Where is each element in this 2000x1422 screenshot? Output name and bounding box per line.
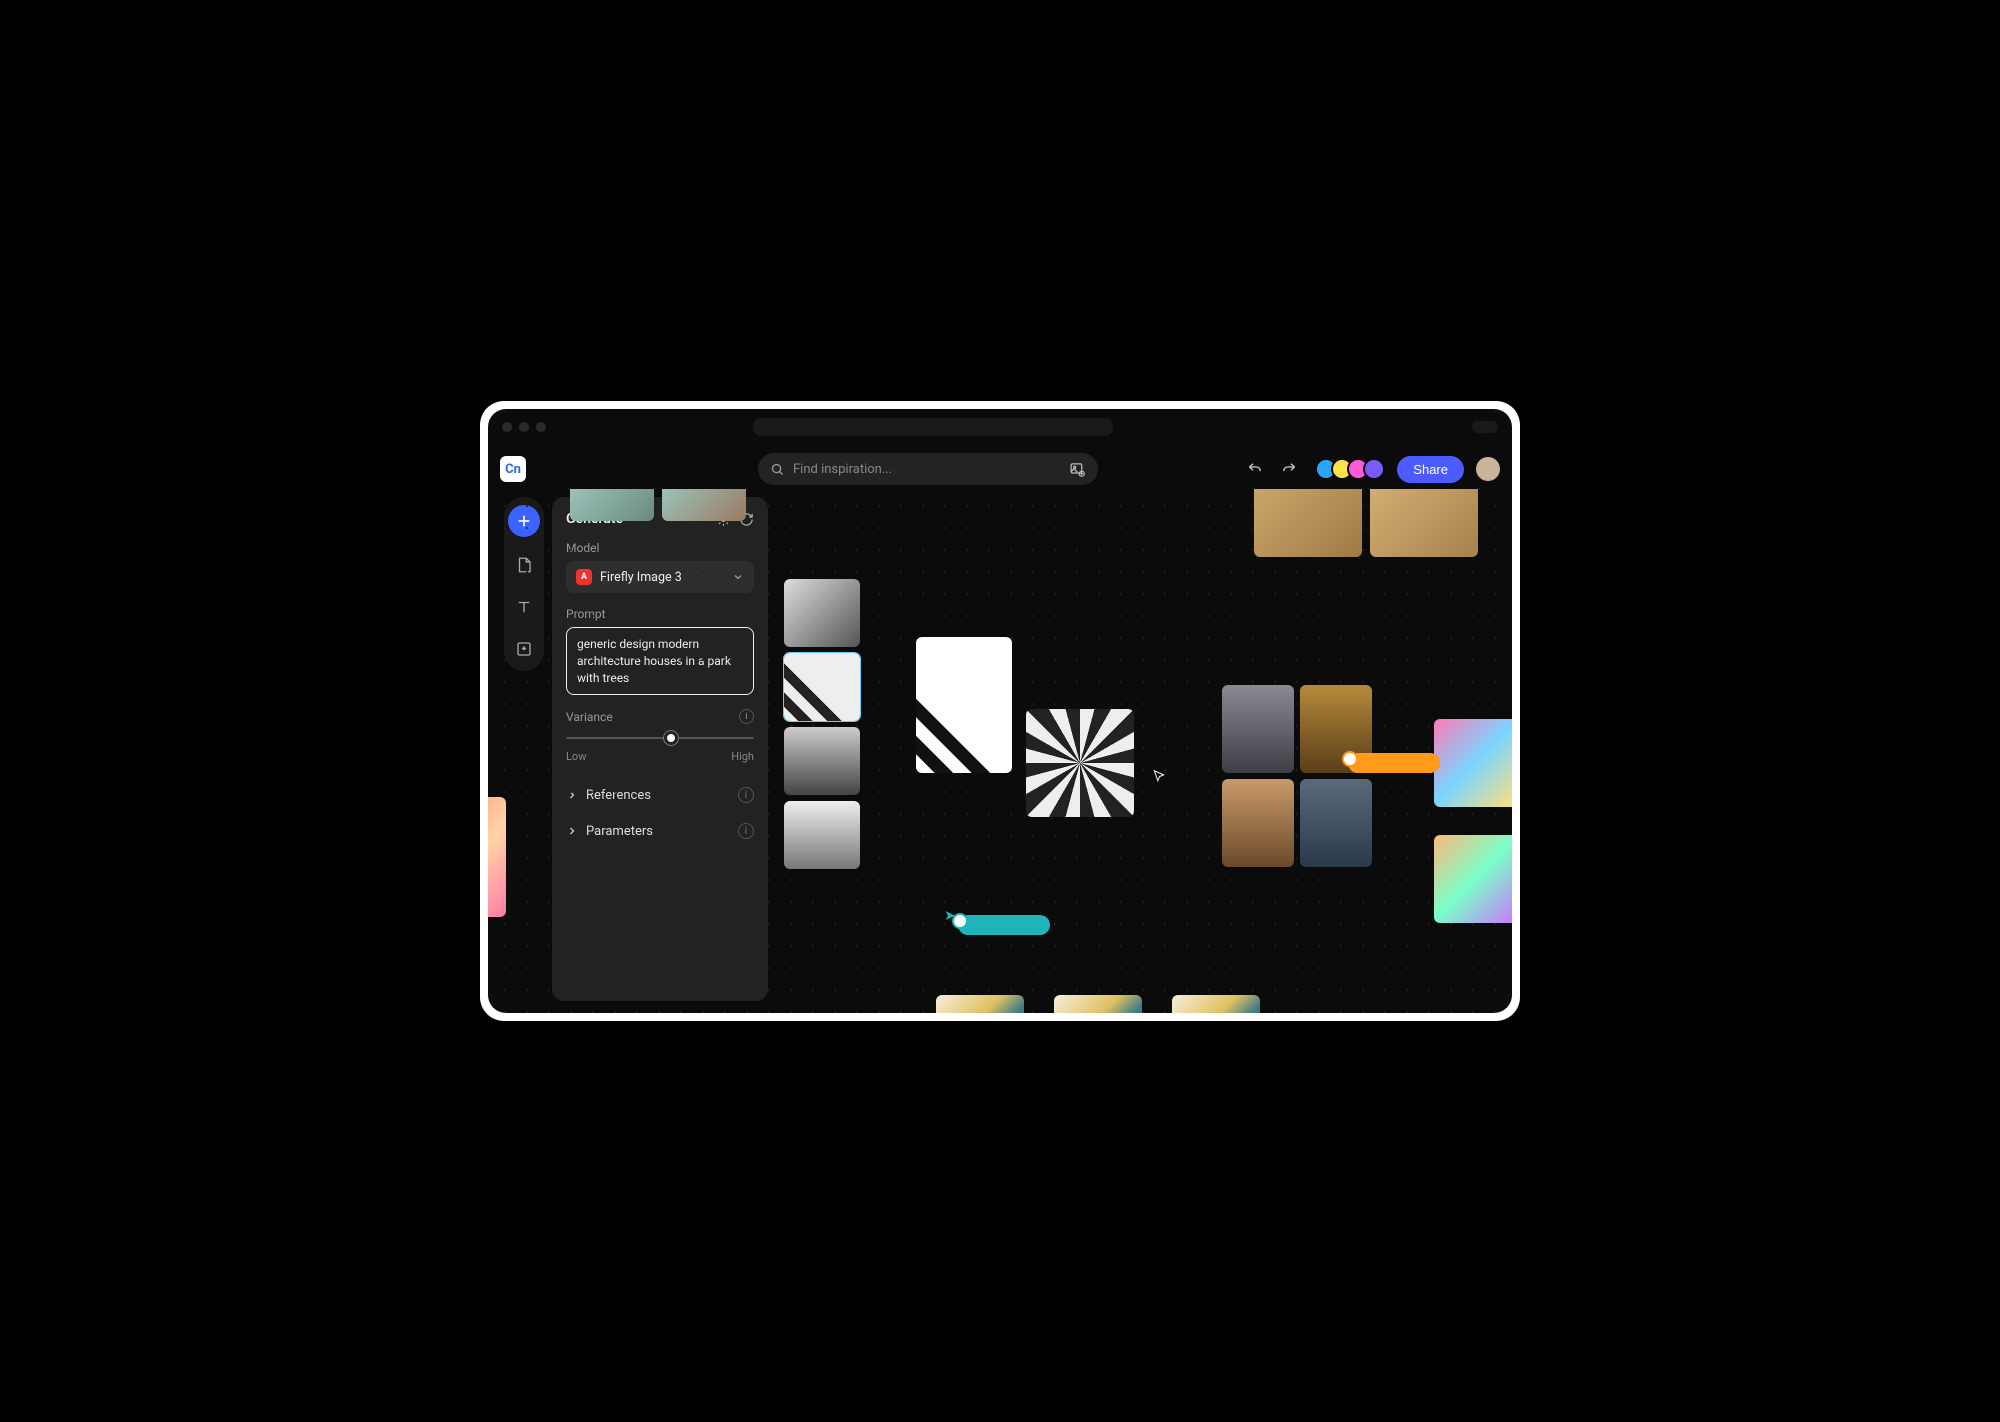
canvas-image[interactable] (784, 801, 860, 869)
share-button[interactable]: Share (1397, 456, 1464, 483)
canvas-image[interactable] (662, 489, 746, 521)
traffic-light-min[interactable] (519, 422, 529, 432)
image-search-icon[interactable] (1069, 461, 1086, 478)
canvas-image[interactable] (1300, 779, 1372, 867)
app-logo[interactable]: Cn (500, 456, 526, 482)
avatar[interactable] (1363, 458, 1385, 480)
user-avatar[interactable] (1476, 457, 1500, 481)
window-titlebar (488, 409, 1512, 445)
canvas-image[interactable] (1370, 489, 1478, 557)
cursor-icon (1152, 769, 1166, 783)
traffic-light-max[interactable] (536, 422, 546, 432)
collaborator-cursor: ➤ (944, 905, 956, 924)
canvas-image[interactable] (1434, 835, 1512, 923)
window-control (1472, 421, 1498, 433)
canvas-image[interactable] (1254, 489, 1362, 557)
canvas-image[interactable] (936, 995, 1024, 1013)
canvas-image[interactable] (784, 579, 860, 647)
redo-button[interactable] (1275, 455, 1303, 483)
search-input[interactable]: Find inspiration... (758, 453, 1098, 485)
canvas-image[interactable] (1054, 995, 1142, 1013)
canvas[interactable]: ➤ (488, 489, 1512, 1013)
canvas-image[interactable] (570, 489, 654, 521)
url-bar[interactable] (753, 418, 1113, 436)
undo-button[interactable] (1241, 455, 1269, 483)
canvas-image[interactable] (1026, 709, 1134, 817)
canvas-image[interactable] (1222, 779, 1294, 867)
canvas-image-selected[interactable] (784, 653, 860, 721)
canvas-image[interactable] (1434, 719, 1512, 807)
canvas-image[interactable] (1222, 685, 1294, 773)
canvas-image[interactable] (488, 797, 506, 917)
search-placeholder: Find inspiration... (793, 462, 1061, 477)
collaborator-avatars[interactable] (1315, 458, 1385, 480)
canvas-image[interactable] (1172, 995, 1260, 1013)
traffic-light-close[interactable] (502, 422, 512, 432)
app-bar: Cn Find inspiration... Share (488, 449, 1512, 489)
canvas-image[interactable] (916, 637, 1012, 773)
canvas-image[interactable] (784, 727, 860, 795)
search-icon (770, 462, 785, 477)
